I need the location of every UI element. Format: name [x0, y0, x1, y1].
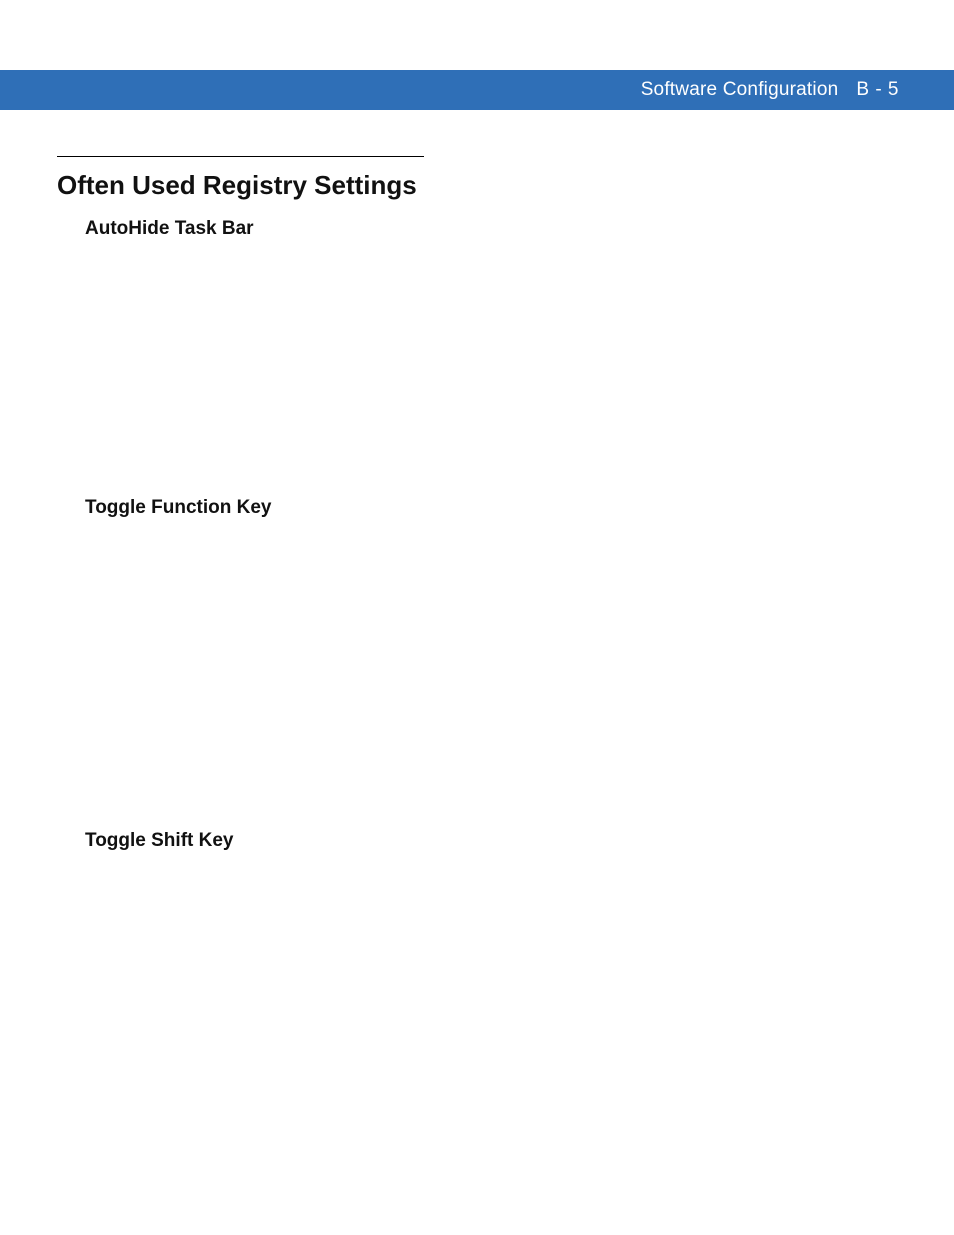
header-title: Software Configuration — [641, 79, 839, 101]
subsection-heading-autohide: AutoHide Task Bar — [85, 218, 254, 240]
subsection-heading-toggle-function: Toggle Function Key — [85, 497, 271, 519]
header-page-number: B - 5 — [856, 79, 899, 101]
subsection-heading-toggle-shift: Toggle Shift Key — [85, 830, 233, 852]
page-header-bar: Software Configuration B - 5 — [0, 70, 954, 110]
section-title: Often Used Registry Settings — [57, 170, 417, 201]
horizontal-rule — [57, 156, 424, 157]
